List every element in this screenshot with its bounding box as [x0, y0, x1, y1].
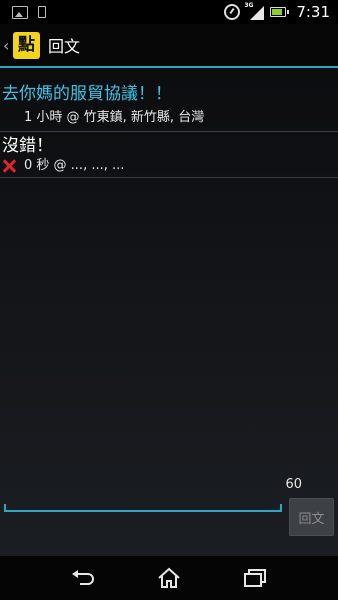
speedometer-icon: [224, 4, 241, 20]
navigation-bar: [0, 556, 338, 600]
post-meta: 1 小時 @ 竹東鎮, 新竹縣, 台灣: [24, 110, 205, 125]
sd-card-icon: [38, 6, 46, 18]
back-button[interactable]: [63, 558, 103, 598]
battery-icon: [270, 7, 290, 17]
back-caret-icon[interactable]: ‹: [3, 36, 11, 55]
notification-icons: [0, 5, 46, 19]
back-icon: [72, 570, 94, 585]
input-edge-left: [4, 504, 6, 512]
recent-apps-button[interactable]: [235, 558, 275, 598]
page-title: 回文: [48, 37, 81, 56]
recent-apps-icon: [244, 569, 266, 587]
clock: 7:31: [296, 3, 330, 21]
image-notification-icon: [12, 5, 28, 19]
reply-meta: 0 秒 @ ..., ..., ...: [24, 158, 125, 173]
network-type: 3G: [244, 2, 254, 9]
char-counter: 60: [285, 477, 302, 492]
signal-icon: 3G: [244, 2, 265, 20]
input-edge-right: [280, 504, 282, 512]
original-post: 去你媽的服貿協議！！ 1 小時 @ 竹東鎮, 新竹縣, 台灣: [0, 82, 338, 132]
red-x-icon: [2, 159, 16, 173]
status-bar: 3G 7:31: [0, 0, 338, 24]
home-icon: [158, 567, 180, 588]
post-title: 去你媽的服貿協議！！: [2, 84, 172, 104]
action-bar: ‹ 點 回文: [0, 24, 338, 68]
app-logo[interactable]: 點: [13, 31, 40, 59]
reply-input[interactable]: [4, 492, 282, 512]
reply-meta-row: 0 秒 @ ..., ..., ...: [0, 158, 338, 174]
list-item[interactable]: 沒錯！ 0 秒 @ ..., ..., ...: [0, 132, 338, 178]
submit-reply-button[interactable]: 回文: [289, 498, 334, 536]
reply-body: 沒錯！: [2, 136, 53, 156]
home-button[interactable]: [149, 558, 189, 598]
system-indicators: 3G 7:31: [224, 0, 330, 24]
